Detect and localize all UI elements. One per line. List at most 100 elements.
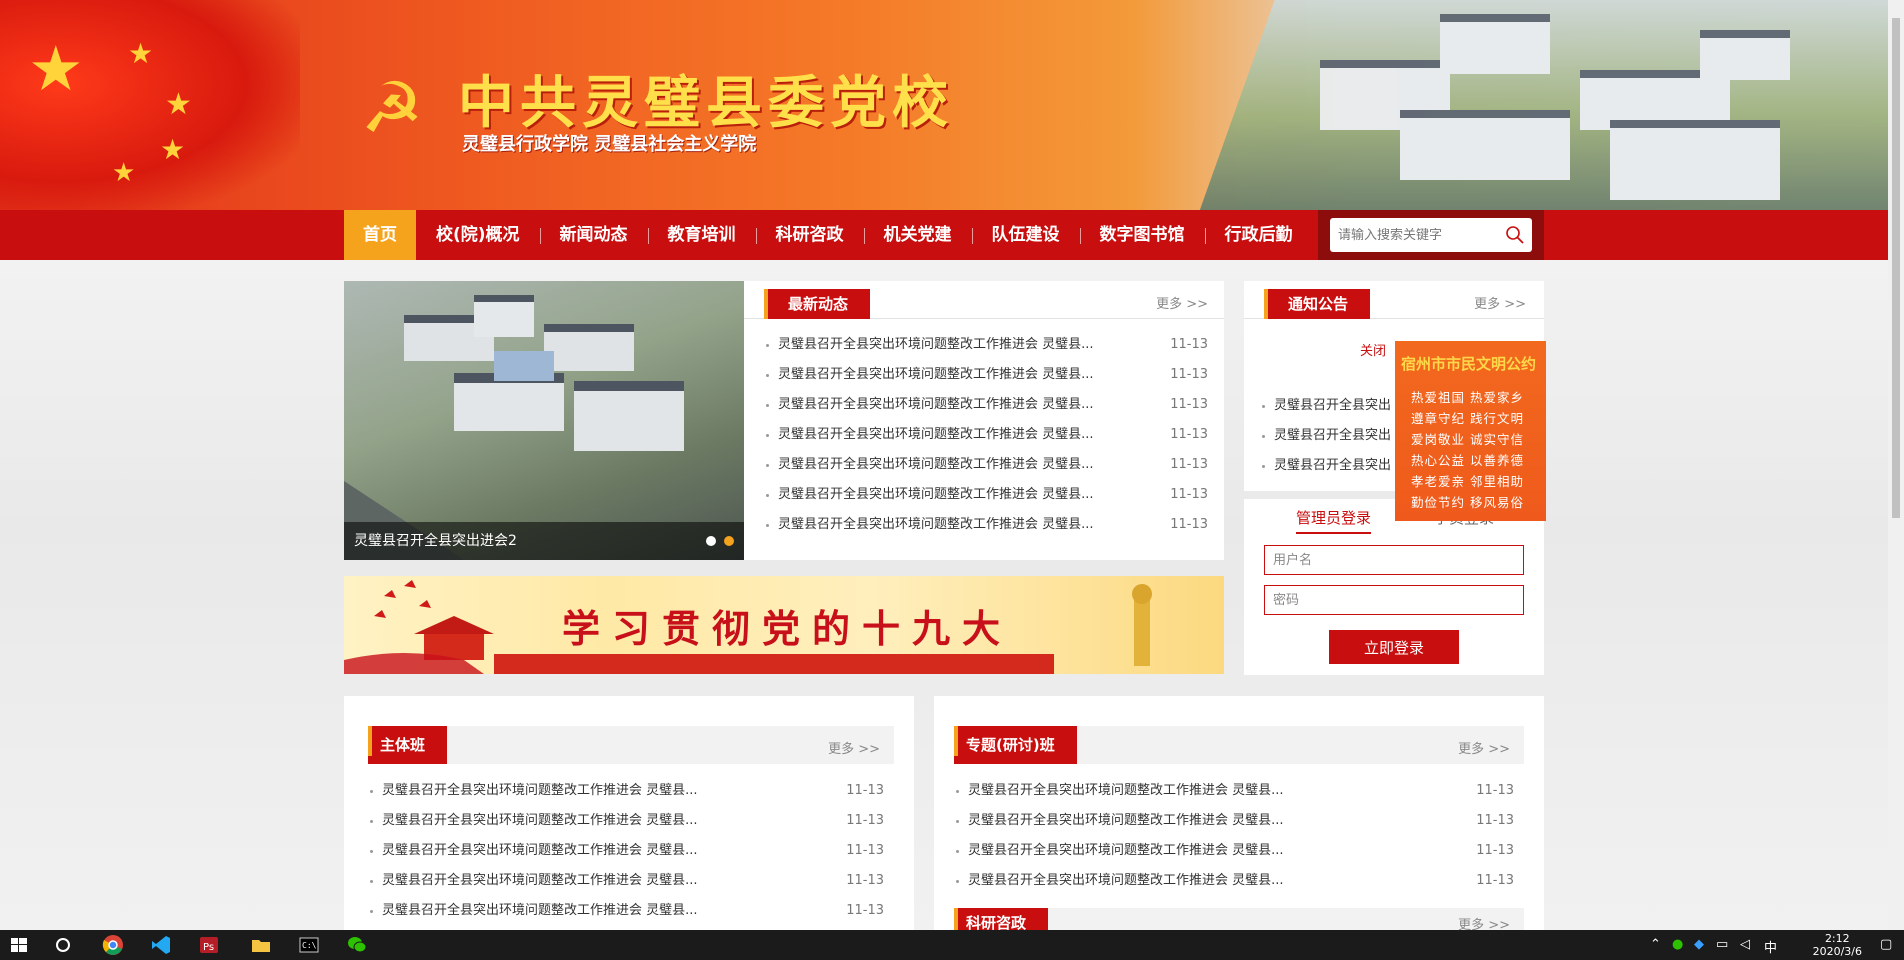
list-item[interactable]: 灵璧县召开全县突出环境问题整改工作推进会 灵璧县... 11-13 [368,836,884,866]
nav-item-research[interactable]: 科研咨政 [755,210,864,260]
login-panel: 管理员登录 学员登录 立即登录 [1244,499,1544,675]
tray-expand-icon[interactable]: ⌃ [1650,937,1661,952]
windows-start-icon[interactable] [8,934,30,956]
news-title[interactable]: 灵璧县召开全县突出环境问题整改工作推进会 灵璧县... [968,813,1284,828]
wechat-icon[interactable] [346,934,368,956]
notice-title[interactable]: 灵璧县召开全县突出 [1274,428,1390,443]
news-date: 11-13 [1170,487,1208,502]
nav-item-party-building[interactable]: 机关党建 [863,210,972,260]
news-title[interactable]: 灵璧县召开全县突出环境问题整改工作推进会 灵璧县... [778,367,1094,382]
notice-title[interactable]: 灵璧县召开全县突出 [1274,398,1390,413]
news-title[interactable]: 灵璧县召开全县突出环境问题整改工作推进会 灵璧县... [778,397,1094,412]
search-icon[interactable] [1504,224,1526,246]
tray-wechat-icon[interactable]: ● [1672,937,1683,952]
news-title[interactable]: 灵璧县召开全县突出环境问题整改工作推进会 灵璧县... [382,903,698,918]
news-title[interactable]: 灵璧县召开全县突出环境问题整改工作推进会 灵璧县... [382,783,698,798]
more-link[interactable]: 更多 >> [828,738,880,757]
tray-volume-icon[interactable]: ◁ [1740,937,1750,952]
close-popup-link[interactable]: 关闭 [1360,340,1386,359]
nav-item-news[interactable]: 新闻动态 [539,210,648,260]
news-title[interactable]: 灵璧县召开全县突出环境问题整改工作推进会 灵璧县... [382,843,698,858]
news-date: 11-13 [1476,813,1514,828]
chrome-icon[interactable] [102,934,124,956]
nav-item-home[interactable]: 首页 [344,210,416,260]
list-item[interactable]: 灵璧县召开全县突出环境问题整改工作推进会 灵璧县... 11-13 [764,510,1208,540]
image-slider[interactable]: 灵璧县召开全县突出进会2 [344,281,744,560]
list-item[interactable]: 灵璧县召开全县突出环境问题整改工作推进会 灵璧县... 11-13 [954,866,1514,896]
list-item[interactable]: 灵璧县召开全县突出环境问题整改工作推进会 灵璧县... 11-13 [368,806,884,836]
list-item[interactable]: 灵璧县召开全县突出环境问题整改工作推进会 灵璧县... 11-13 [764,420,1208,450]
news-title[interactable]: 灵璧县召开全县突出环境问题整改工作推进会 灵璧县... [968,783,1284,798]
list-item[interactable]: 灵璧县召开全县突出环境问题整改工作推进会 灵璧县... 11-13 [954,806,1514,836]
more-link[interactable]: 更多 >> [1474,293,1526,312]
list-item[interactable]: 灵璧县召开全县突出环境问题整改工作推进会 灵璧县... 11-13 [368,866,884,896]
news-title[interactable]: 灵璧县召开全县突出环境问题整改工作推进会 灵璧县... [968,843,1284,858]
news-title[interactable]: 灵璧县召开全县突出环境问题整改工作推进会 灵璧县... [382,873,698,888]
news-title[interactable]: 灵璧县召开全县突出环境问题整改工作推进会 灵璧县... [778,517,1094,532]
slider-dot[interactable] [706,536,716,546]
nav-item-logistics[interactable]: 行政后勤 [1204,210,1313,260]
topic-class-panel: 专题(研讨)班 更多 >> 灵璧县召开全县突出环境问题整改工作推进会 灵璧县..… [934,696,1544,930]
password-field[interactable] [1264,585,1524,615]
civility-row: 遵章守纪 践行文明 [1411,411,1524,426]
list-item[interactable]: 灵璧县召开全县突出环境问题整改工作推进会 灵璧县... 11-13 [954,776,1514,806]
nav-item-library[interactable]: 数字图书馆 [1079,210,1205,260]
nav-item-education[interactable]: 教育培训 [647,210,756,260]
more-link[interactable]: 更多 >> [1458,914,1510,930]
notice-title[interactable]: 灵璧县召开全县突出 [1274,458,1390,473]
tab-admin-login[interactable]: 管理员登录 [1296,507,1372,534]
list-item[interactable]: 灵璧县召开全县突出环境问题整改工作推进会 灵璧县... 11-13 [764,330,1208,360]
nav-item-team[interactable]: 队伍建设 [971,210,1080,260]
main-class-panel: 主体班 更多 >> 灵璧县召开全县突出环境问题整改工作推进会 灵璧县... 11-… [344,696,914,930]
news-title[interactable]: 灵璧县召开全县突出环境问题整改工作推进会 灵璧县... [778,427,1094,442]
slider-dot-active[interactable] [724,536,734,546]
list-item[interactable]: 灵璧县召开全县突出环境问题整改工作推进会 灵璧县... 11-13 [368,896,884,926]
username-field[interactable] [1264,545,1524,575]
news-title[interactable]: 灵璧县召开全县突出环境问题整改工作推进会 灵璧县... [382,813,698,828]
notification-icon[interactable]: ▢ [1880,937,1892,952]
search-input[interactable] [1338,227,1504,243]
news-date: 11-13 [1170,517,1208,532]
civility-row: 热爱祖国 热爱家乡 [1411,390,1524,405]
scrollbar-thumb[interactable] [1892,18,1900,518]
news-list: 灵璧县召开全县突出环境问题整改工作推进会 灵璧县... 11-13 灵璧县召开全县… [954,776,1514,896]
tray-shield-icon[interactable]: ◆ [1694,937,1704,952]
tray-ime-indicator[interactable]: 中 [1764,937,1777,956]
news-title[interactable]: 灵璧县召开全县突出环境问题整改工作推进会 灵璧县... [968,873,1284,888]
building [1400,110,1570,180]
news-date: 11-13 [1476,843,1514,858]
search-circle-icon[interactable] [52,934,74,956]
list-item[interactable]: 灵璧县召开全县突出环境问题整改工作推进会 灵璧县... 11-13 [954,836,1514,866]
list-item[interactable]: 灵璧县召开全县突出环境问题整改工作推进会 灵璧县... 11-13 [764,360,1208,390]
panel-title: 专题(研讨)班 [954,726,1077,764]
news-title[interactable]: 灵璧县召开全县突出环境问题整改工作推进会 灵璧县... [778,487,1094,502]
list-item[interactable]: 灵璧县召开全县突出环境问题整改工作推进会 灵璧县... 11-13 [368,776,884,806]
list-item[interactable]: 灵璧县召开全县突出 [1260,421,1390,451]
main-nav: 首页 校(院)概况 新闻动态 教育培训 科研咨政 机关党建 队伍建设 数字图书馆… [0,210,1888,260]
list-item[interactable]: 灵璧县召开全县突出环境问题整改工作推进会 灵璧县... 11-13 [764,390,1208,420]
news-title[interactable]: 灵璧县召开全县突出环境问题整改工作推进会 灵璧县... [778,457,1094,472]
nav-item-about[interactable]: 校(院)概况 [416,210,540,260]
list-item[interactable]: 灵璧县召开全县突出 [1260,451,1390,481]
list-item[interactable]: 灵璧县召开全县突出环境问题整改工作推进会 灵璧县... 11-13 [764,480,1208,510]
news-date: 11-13 [846,903,884,918]
news-title[interactable]: 灵璧县召开全县突出环境问题整改工作推进会 灵璧县... [778,337,1094,352]
slider-caption[interactable]: 灵璧县召开全县突出进会2 [344,522,744,560]
folder-icon[interactable] [250,934,272,956]
study-banner[interactable]: 学习贯彻党的十九大 [344,576,1224,674]
vscode-icon[interactable] [150,934,172,956]
login-button[interactable]: 立即登录 [1329,630,1459,664]
more-link[interactable]: 更多 >> [1156,293,1208,312]
list-item[interactable]: 灵璧县召开全县突出 [1260,391,1390,421]
civility-popup[interactable]: 宿州市市民文明公约 热爱祖国 热爱家乡 遵章守纪 践行文明 爱岗敬业 诚实守信 … [1395,341,1546,521]
terminal-icon[interactable]: C:\ [298,934,320,956]
panel-header: 专题(研讨)班 更多 >> [954,726,1524,764]
page-scrollbar[interactable] [1888,0,1904,930]
photoshop-icon[interactable]: Ps [198,934,220,956]
tray-network-icon[interactable]: ▭ [1716,937,1728,952]
research-header: 科研咨政 更多 >> [954,908,1524,930]
list-item[interactable]: 灵璧县召开全县突出环境问题整改工作推进会 灵璧县... 11-13 [764,450,1208,480]
more-link[interactable]: 更多 >> [1458,738,1510,757]
taskbar-clock[interactable]: 2:12 2020/3/6 [1813,932,1862,958]
campus-image [1199,0,1888,210]
